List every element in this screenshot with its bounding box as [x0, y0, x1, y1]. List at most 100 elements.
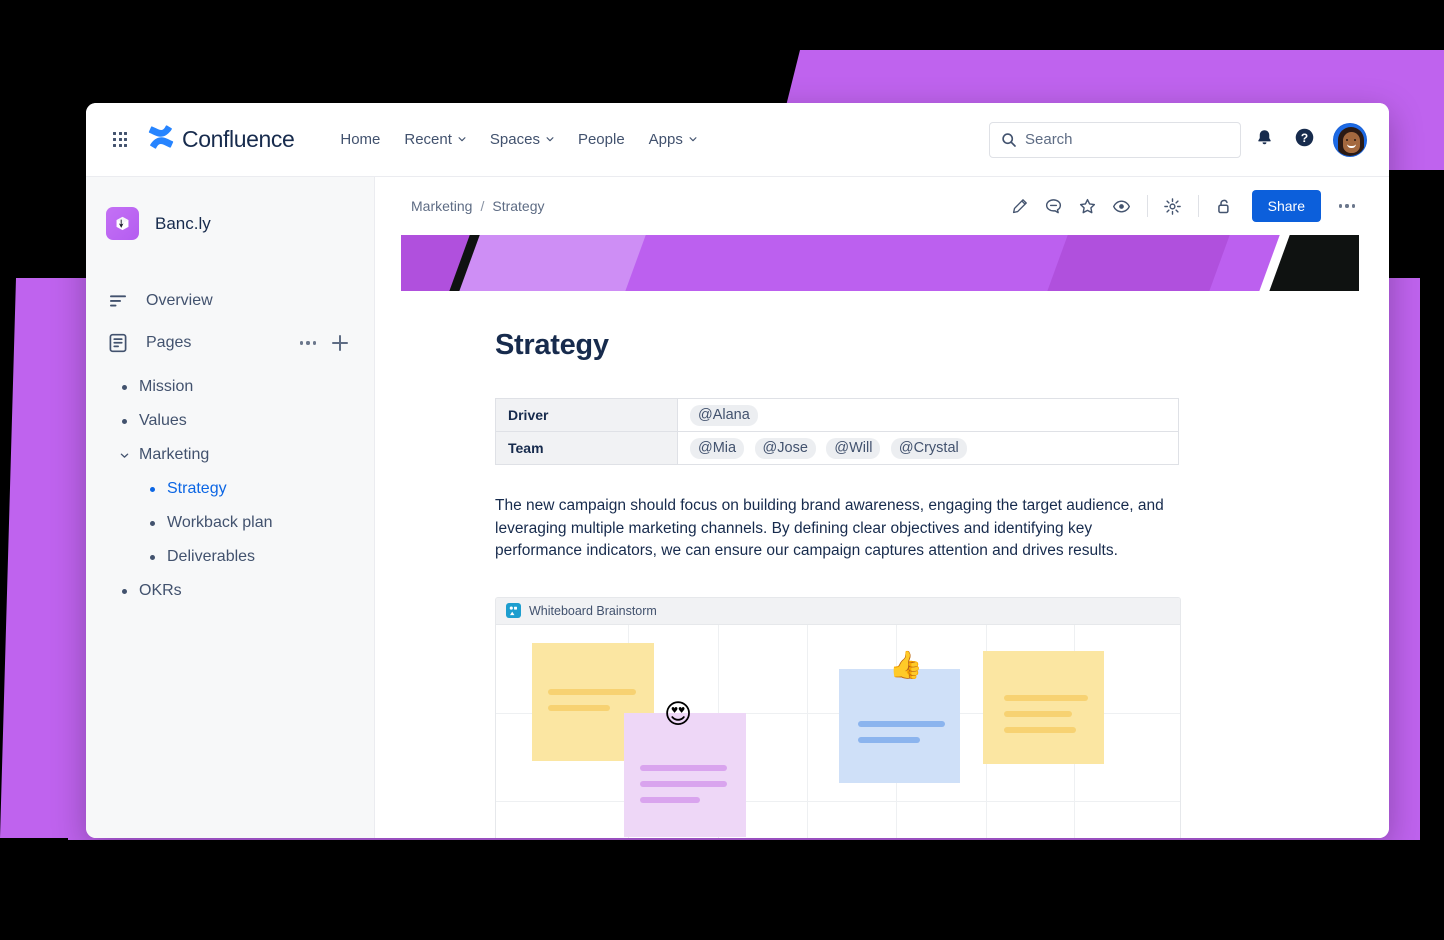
- whiteboard-header: Whiteboard Brainstorm: [496, 597, 1180, 625]
- sticky-note-text-line: [640, 764, 727, 771]
- share-button[interactable]: Share: [1251, 190, 1321, 222]
- space-logo-icon: [106, 207, 139, 240]
- bullet-icon: [122, 418, 127, 424]
- more-horizontal-icon[interactable]: [1331, 190, 1363, 222]
- whiteboard-canvas[interactable]: 😍 👍: [496, 624, 1180, 838]
- space-header[interactable]: Banc.ly: [86, 201, 374, 240]
- sidebar-item-values[interactable]: Values: [86, 404, 374, 438]
- sticky-note-text-line: [858, 720, 945, 727]
- reaction-heart-eyes-icon[interactable]: 😍: [664, 701, 692, 728]
- reaction-thumbs-up-icon[interactable]: 👍: [889, 652, 923, 679]
- page-metadata-table: Driver @Alana Team @Mia @Jose @Will @Cry…: [495, 398, 1179, 465]
- bullet-icon: [122, 384, 127, 390]
- sticky-note-text-line: [548, 688, 636, 695]
- star-icon[interactable]: [1072, 190, 1104, 222]
- table-cell-key: Driver: [495, 398, 678, 432]
- sidebar-item-overview[interactable]: Overview: [86, 280, 374, 322]
- bullet-icon: [150, 520, 155, 526]
- chevron-down-icon: [688, 134, 697, 143]
- page-toolbar: Marketing / Strategy Share: [375, 177, 1389, 235]
- grid-icon: [112, 132, 128, 147]
- search-input[interactable]: Search: [1025, 131, 1073, 148]
- sidebar-item-label: Mission: [139, 378, 194, 395]
- bell-icon: [1255, 128, 1274, 152]
- primary-nav: Home Recent Spaces People Apps: [328, 124, 709, 155]
- sidebar-item-pages[interactable]: Pages: [86, 322, 374, 364]
- page-paragraph: The new campaign should focus on buildin…: [495, 497, 1164, 559]
- bullet-icon: [122, 588, 127, 594]
- whiteboard-gridline: [807, 624, 808, 838]
- mention-chip[interactable]: @Alana: [690, 404, 758, 426]
- whiteboard-gridline: [496, 800, 1180, 802]
- sidebar-item-label: Deliverables: [167, 548, 256, 565]
- help-button[interactable]: ?: [1287, 123, 1321, 157]
- sidebar-item-workback-plan[interactable]: Workback plan: [86, 506, 374, 540]
- breadcrumb-parent[interactable]: Marketing: [411, 198, 472, 214]
- sparkle-ai-icon[interactable]: [1157, 190, 1189, 222]
- plus-icon[interactable]: [332, 335, 348, 351]
- nav-item-label: Spaces: [489, 131, 540, 148]
- sidebar-item-okrs[interactable]: OKRs: [86, 574, 374, 608]
- page-actions: Share: [1004, 190, 1363, 222]
- cover-stripe: [1034, 235, 1240, 291]
- chevron-down-icon[interactable]: [119, 449, 131, 461]
- brand-name: Confluence: [182, 126, 295, 152]
- cover-stripe: [612, 235, 1078, 291]
- sticky-note[interactable]: [624, 712, 746, 837]
- confluence-window: Confluence Home Recent Spaces People App…: [86, 103, 1389, 838]
- chevron-down-icon: [545, 134, 554, 143]
- mention-chip[interactable]: @Mia: [690, 437, 745, 459]
- page-tree: Mission Values Marketing Strategy Workba…: [86, 370, 374, 608]
- sidebar-item-marketing[interactable]: Marketing: [86, 438, 374, 472]
- nav-item-spaces[interactable]: Spaces: [478, 124, 566, 155]
- table-cell-value: @Mia @Jose @Will @Crystal: [677, 431, 1179, 465]
- sidebar-item-mission[interactable]: Mission: [86, 370, 374, 404]
- lock-open-icon[interactable]: [1208, 190, 1240, 222]
- page-document: Strategy Driver @Alana Team @Mia @Jose @…: [375, 291, 1389, 838]
- toolbar-divider: [1197, 195, 1199, 217]
- sidebar-item-strategy[interactable]: Strategy: [86, 472, 374, 506]
- watch-eye-icon[interactable]: [1106, 190, 1138, 222]
- svg-text:?: ?: [1300, 130, 1307, 144]
- overview-icon: [106, 289, 130, 313]
- nav-item-label: Apps: [648, 131, 683, 148]
- window-body: Banc.ly Overview Pages Mission Values Ma…: [86, 177, 1389, 838]
- breadcrumb-current[interactable]: Strategy: [492, 198, 544, 214]
- avatar[interactable]: [1333, 122, 1367, 157]
- notifications-button[interactable]: [1247, 123, 1281, 157]
- more-horizontal-icon[interactable]: [299, 341, 316, 345]
- mention-chip[interactable]: @Will: [826, 437, 881, 459]
- nav-item-label: People: [577, 131, 625, 148]
- bullet-icon: [150, 486, 155, 492]
- main-content: Marketing / Strategy Share Strategy Driv…: [375, 177, 1389, 838]
- nav-item-apps[interactable]: Apps: [637, 124, 709, 155]
- nav-item-recent[interactable]: Recent: [392, 124, 478, 155]
- sticky-note-text-line: [548, 704, 610, 711]
- comment-icon[interactable]: [1038, 190, 1070, 222]
- nav-item-home[interactable]: Home: [328, 124, 392, 155]
- nav-item-label: Home: [340, 131, 381, 148]
- search-box[interactable]: Search: [989, 121, 1241, 158]
- sticky-note[interactable]: [983, 650, 1104, 764]
- page-title: Strategy: [495, 329, 609, 361]
- pages-icon: [106, 331, 130, 355]
- sidebar-item-label: Pages: [146, 334, 192, 351]
- mention-chip[interactable]: @Jose: [754, 437, 816, 459]
- table-cell-key: Team: [495, 431, 678, 465]
- pages-actions: [299, 335, 354, 351]
- table-row: Team @Mia @Jose @Will @Crystal: [495, 431, 1179, 465]
- mention-chip[interactable]: @Crystal: [890, 437, 967, 459]
- sticky-note-text-line: [640, 780, 727, 787]
- whiteboard-embed[interactable]: Whiteboard Brainstorm 😍 👍: [495, 596, 1181, 838]
- sticky-note[interactable]: [839, 668, 960, 783]
- sidebar-item-label: Strategy: [167, 480, 227, 497]
- table-row: Driver @Alana: [495, 398, 1179, 432]
- nav-item-people[interactable]: People: [566, 124, 637, 155]
- chevron-down-icon: [457, 134, 466, 143]
- edit-pencil-icon[interactable]: [1004, 190, 1036, 222]
- confluence-home-link[interactable]: Confluence: [148, 124, 295, 155]
- page-content: Strategy Driver @Alana Team @Mia @Jose @…: [375, 235, 1389, 838]
- app-switcher-button[interactable]: [104, 124, 136, 156]
- cover-stripe: [446, 235, 656, 291]
- sidebar-item-deliverables[interactable]: Deliverables: [86, 540, 374, 574]
